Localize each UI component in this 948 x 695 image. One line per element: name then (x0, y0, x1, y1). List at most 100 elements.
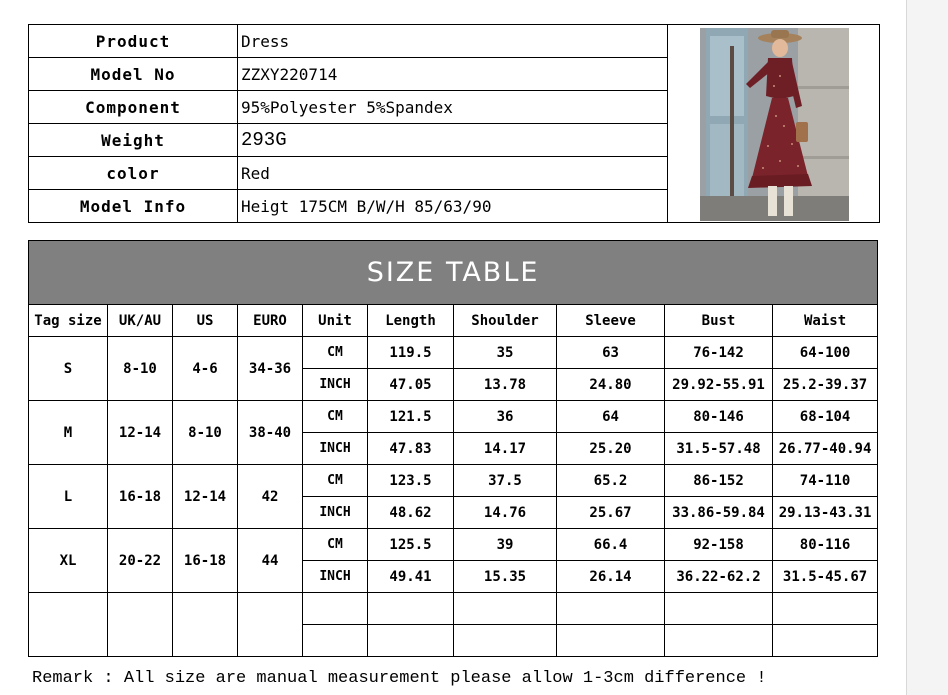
table-row: M 12-14 8-10 38-40 CM 121.5 36 64 80-146… (28, 400, 879, 465)
sleeve-cell: 24.80 (556, 368, 665, 401)
header-cell: Tag size (28, 304, 108, 337)
shoulder-cell: 36 (453, 400, 557, 433)
length-cell: 47.83 (367, 432, 454, 465)
shoulder-cell: 14.17 (453, 432, 557, 465)
tag-size-cell: XL (28, 528, 108, 593)
shoulder-cell: 15.35 (453, 560, 557, 593)
info-value: 95%Polyester 5%Spandex (237, 90, 668, 124)
euro-cell: 44 (237, 528, 303, 593)
waist-cell: 26.77-40.94 (771, 432, 879, 465)
header-cell: Unit (302, 304, 368, 337)
size-table: SIZE TABLE Tag size UK/AU US EURO Unit L… (27, 240, 879, 657)
uk-au-cell: 8-10 (107, 336, 173, 401)
sleeve-cell: 25.67 (556, 496, 665, 529)
info-label: color (28, 156, 238, 190)
bust-cell: 33.86-59.84 (664, 496, 773, 529)
product-photo (667, 24, 880, 223)
table-row: XL 20-22 16-18 44 CM 125.5 39 66.4 92-15… (28, 528, 879, 593)
euro-cell: 38-40 (237, 400, 303, 465)
info-value: ZZXY220714 (237, 57, 668, 91)
sleeve-cell: 64 (556, 400, 665, 433)
remark-text: Remark : All size are manual measurement… (32, 669, 767, 688)
euro-cell: 42 (237, 464, 303, 529)
us-cell: 12-14 (172, 464, 238, 529)
length-cell: 49.41 (367, 560, 454, 593)
sleeve-cell: 63 (556, 336, 665, 369)
uk-au-cell: 12-14 (107, 400, 173, 465)
info-label: Model Info (28, 189, 238, 223)
us-cell: 8-10 (172, 400, 238, 465)
bust-cell: 36.22-62.2 (664, 560, 773, 593)
waist-cell: 80-116 (771, 528, 879, 561)
header-cell: Bust (664, 304, 773, 337)
shoulder-cell: 37.5 (453, 464, 557, 497)
bust-cell: 76-142 (664, 336, 773, 369)
tag-size-cell: L (28, 464, 108, 529)
length-cell: 47.05 (367, 368, 454, 401)
length-cell: 123.5 (367, 464, 454, 497)
shoulder-cell: 39 (453, 528, 557, 561)
product-info-table: Product Dress Model No ZZXY220714 Compon… (28, 24, 880, 223)
waist-cell: 74-110 (771, 464, 879, 497)
tag-size-cell: S (28, 336, 108, 401)
length-cell: 48.62 (367, 496, 454, 529)
unit-cell: INCH (302, 496, 368, 529)
unit-cell: CM (302, 400, 368, 433)
shoulder-cell: 14.76 (453, 496, 557, 529)
sleeve-cell: 25.20 (556, 432, 665, 465)
uk-au-cell: 16-18 (107, 464, 173, 529)
info-value: 293G (237, 123, 668, 157)
header-cell: Sleeve (556, 304, 665, 337)
sleeve-cell: 66.4 (556, 528, 665, 561)
sleeve-cell: 65.2 (556, 464, 665, 497)
info-row-product: Product Dress (28, 24, 880, 223)
waist-cell: 31.5-45.67 (771, 560, 879, 593)
header-cell: US (172, 304, 238, 337)
unit-cell: CM (302, 336, 368, 369)
euro-cell: 34-36 (237, 336, 303, 401)
sleeve-cell: 26.14 (556, 560, 665, 593)
waist-cell: 64-100 (771, 336, 879, 369)
header-cell: Waist (771, 304, 879, 337)
bust-cell: 80-146 (664, 400, 773, 433)
info-value: Red (237, 156, 668, 190)
length-cell: 125.5 (367, 528, 454, 561)
tag-size-cell: M (28, 400, 108, 465)
info-label: Component (28, 90, 238, 124)
info-label: Product (28, 24, 238, 58)
header-cell: UK/AU (107, 304, 173, 337)
info-label: Weight (28, 123, 238, 157)
length-cell: 121.5 (367, 400, 454, 433)
info-value: Heigt 175CM B/W/H 85/63/90 (237, 189, 668, 223)
unit-cell: INCH (302, 560, 368, 593)
header-cell: Length (367, 304, 454, 337)
header-cell: EURO (237, 304, 303, 337)
info-label: Model No (28, 57, 238, 91)
length-cell: 119.5 (367, 336, 454, 369)
model-photo-image (668, 25, 879, 222)
bust-cell: 92-158 (664, 528, 773, 561)
table-row: L 16-18 12-14 42 CM 123.5 37.5 65.2 86-1… (28, 464, 879, 529)
right-edge-strip (906, 0, 948, 695)
info-value: Dress (237, 24, 668, 58)
table-row: S 8-10 4-6 34-36 CM 119.5 35 63 76-142 6… (28, 336, 879, 401)
shoulder-cell: 13.78 (453, 368, 557, 401)
header-cell: Shoulder (453, 304, 557, 337)
waist-cell: 25.2-39.37 (771, 368, 879, 401)
bust-cell: 31.5-57.48 (664, 432, 773, 465)
us-cell: 4-6 (172, 336, 238, 401)
size-table-header: Tag size UK/AU US EURO Unit Length Shoul… (28, 304, 879, 337)
size-table-title: SIZE TABLE (27, 240, 879, 305)
unit-cell: CM (302, 528, 368, 561)
uk-au-cell: 20-22 (107, 528, 173, 593)
us-cell: 16-18 (172, 528, 238, 593)
empty-row (28, 592, 879, 657)
waist-cell: 68-104 (771, 400, 879, 433)
unit-cell: INCH (302, 432, 368, 465)
waist-cell: 29.13-43.31 (771, 496, 879, 529)
bust-cell: 29.92-55.91 (664, 368, 773, 401)
unit-cell: INCH (302, 368, 368, 401)
shoulder-cell: 35 (453, 336, 557, 369)
bust-cell: 86-152 (664, 464, 773, 497)
unit-cell: CM (302, 464, 368, 497)
